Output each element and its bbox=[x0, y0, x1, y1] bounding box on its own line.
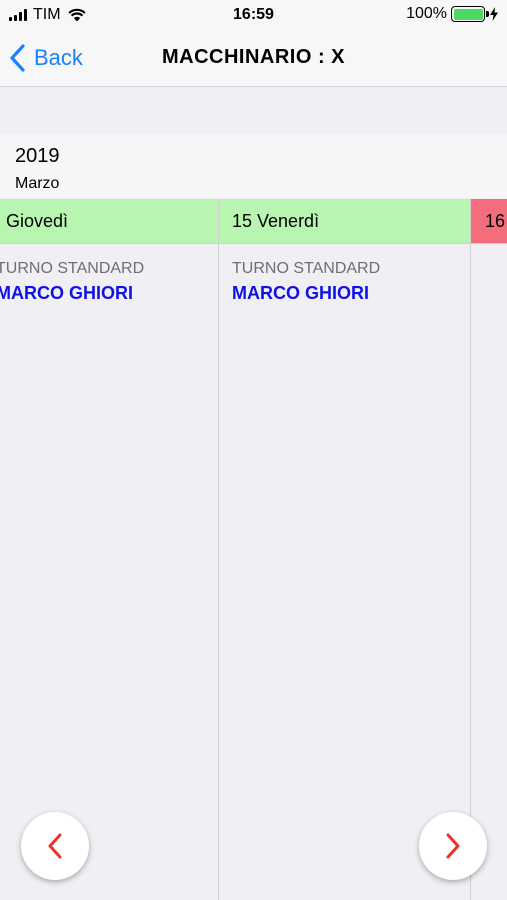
day-header: 16 bbox=[471, 199, 507, 244]
next-day-button[interactable] bbox=[419, 812, 487, 880]
day-header: 15 Venerdì bbox=[219, 199, 470, 244]
navigation-bar: Back MACCHINARIO : X bbox=[0, 30, 507, 87]
charging-icon bbox=[490, 7, 498, 21]
day-calendar[interactable]: Giovedì TURNO STANDARD MARCO GHIORI 15 V… bbox=[0, 199, 507, 900]
status-right: 100% bbox=[406, 5, 499, 23]
day-header: Giovedì bbox=[0, 199, 218, 244]
day-column[interactable]: 16 bbox=[471, 199, 507, 900]
status-bar: TIM 16:59 100% bbox=[0, 0, 507, 30]
year-label: 2019 bbox=[15, 145, 60, 167]
shift-name: TURNO STANDARD bbox=[0, 260, 145, 277]
previous-day-button[interactable] bbox=[21, 812, 89, 880]
month-label: Marzo bbox=[15, 175, 60, 192]
chevron-left-icon bbox=[48, 833, 62, 859]
date-header: 2019 Marzo bbox=[0, 134, 507, 198]
operator-name: MARCO GHIORI bbox=[0, 283, 133, 303]
shift-name: TURNO STANDARD bbox=[232, 260, 381, 277]
operator-name: MARCO GHIORI bbox=[232, 283, 369, 303]
chevron-right-icon bbox=[446, 833, 460, 859]
battery-percent: 100% bbox=[406, 5, 447, 22]
page-title: MACCHINARIO : X bbox=[161, 46, 346, 68]
day-column[interactable]: Giovedì TURNO STANDARD MARCO GHIORI bbox=[0, 199, 219, 900]
battery-icon bbox=[451, 6, 489, 22]
day-column[interactable]: 15 Venerdì TURNO STANDARD MARCO GHIORI bbox=[219, 199, 471, 900]
